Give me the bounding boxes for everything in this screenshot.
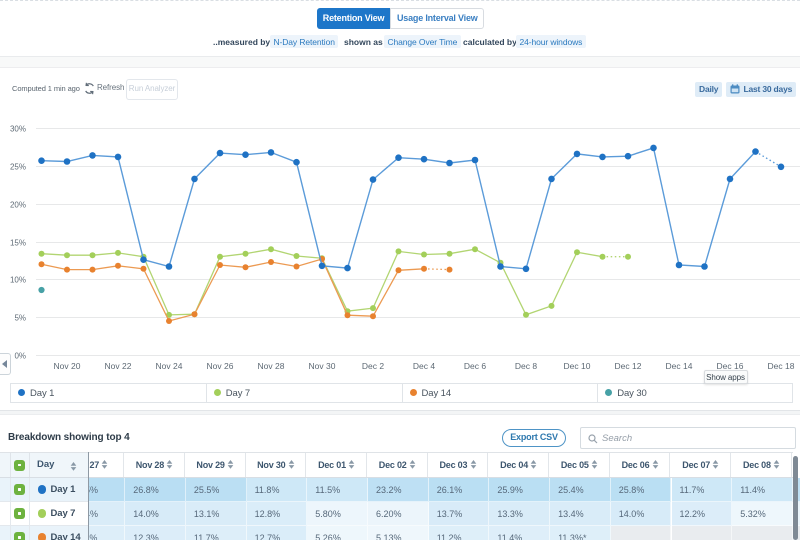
svg-text:Nov 26: Nov 26	[207, 361, 234, 371]
svg-text:Nov 22: Nov 22	[105, 361, 132, 371]
svg-text:5%: 5%	[14, 314, 26, 323]
svg-text:15%: 15%	[10, 239, 26, 248]
svg-text:Nov 30: Nov 30	[309, 361, 336, 371]
svg-text:10%: 10%	[10, 276, 26, 285]
svg-text:0%: 0%	[14, 352, 26, 361]
svg-text:25%: 25%	[10, 163, 26, 172]
svg-text:Dec 12: Dec 12	[615, 361, 642, 371]
svg-text:Nov 20: Nov 20	[54, 361, 81, 371]
svg-text:Dec 18: Dec 18	[768, 361, 795, 371]
svg-text:Dec 6: Dec 6	[464, 361, 486, 371]
svg-text:Dec 4: Dec 4	[413, 361, 435, 371]
svg-text:Nov 24: Nov 24	[156, 361, 183, 371]
svg-text:Dec 8: Dec 8	[515, 361, 537, 371]
svg-text:30%: 30%	[10, 125, 26, 134]
svg-text:Dec 14: Dec 14	[666, 361, 693, 371]
svg-text:Nov 28: Nov 28	[258, 361, 285, 371]
svg-text:Dec 10: Dec 10	[564, 361, 591, 371]
svg-text:Dec 2: Dec 2	[362, 361, 384, 371]
svg-text:20%: 20%	[10, 201, 26, 210]
